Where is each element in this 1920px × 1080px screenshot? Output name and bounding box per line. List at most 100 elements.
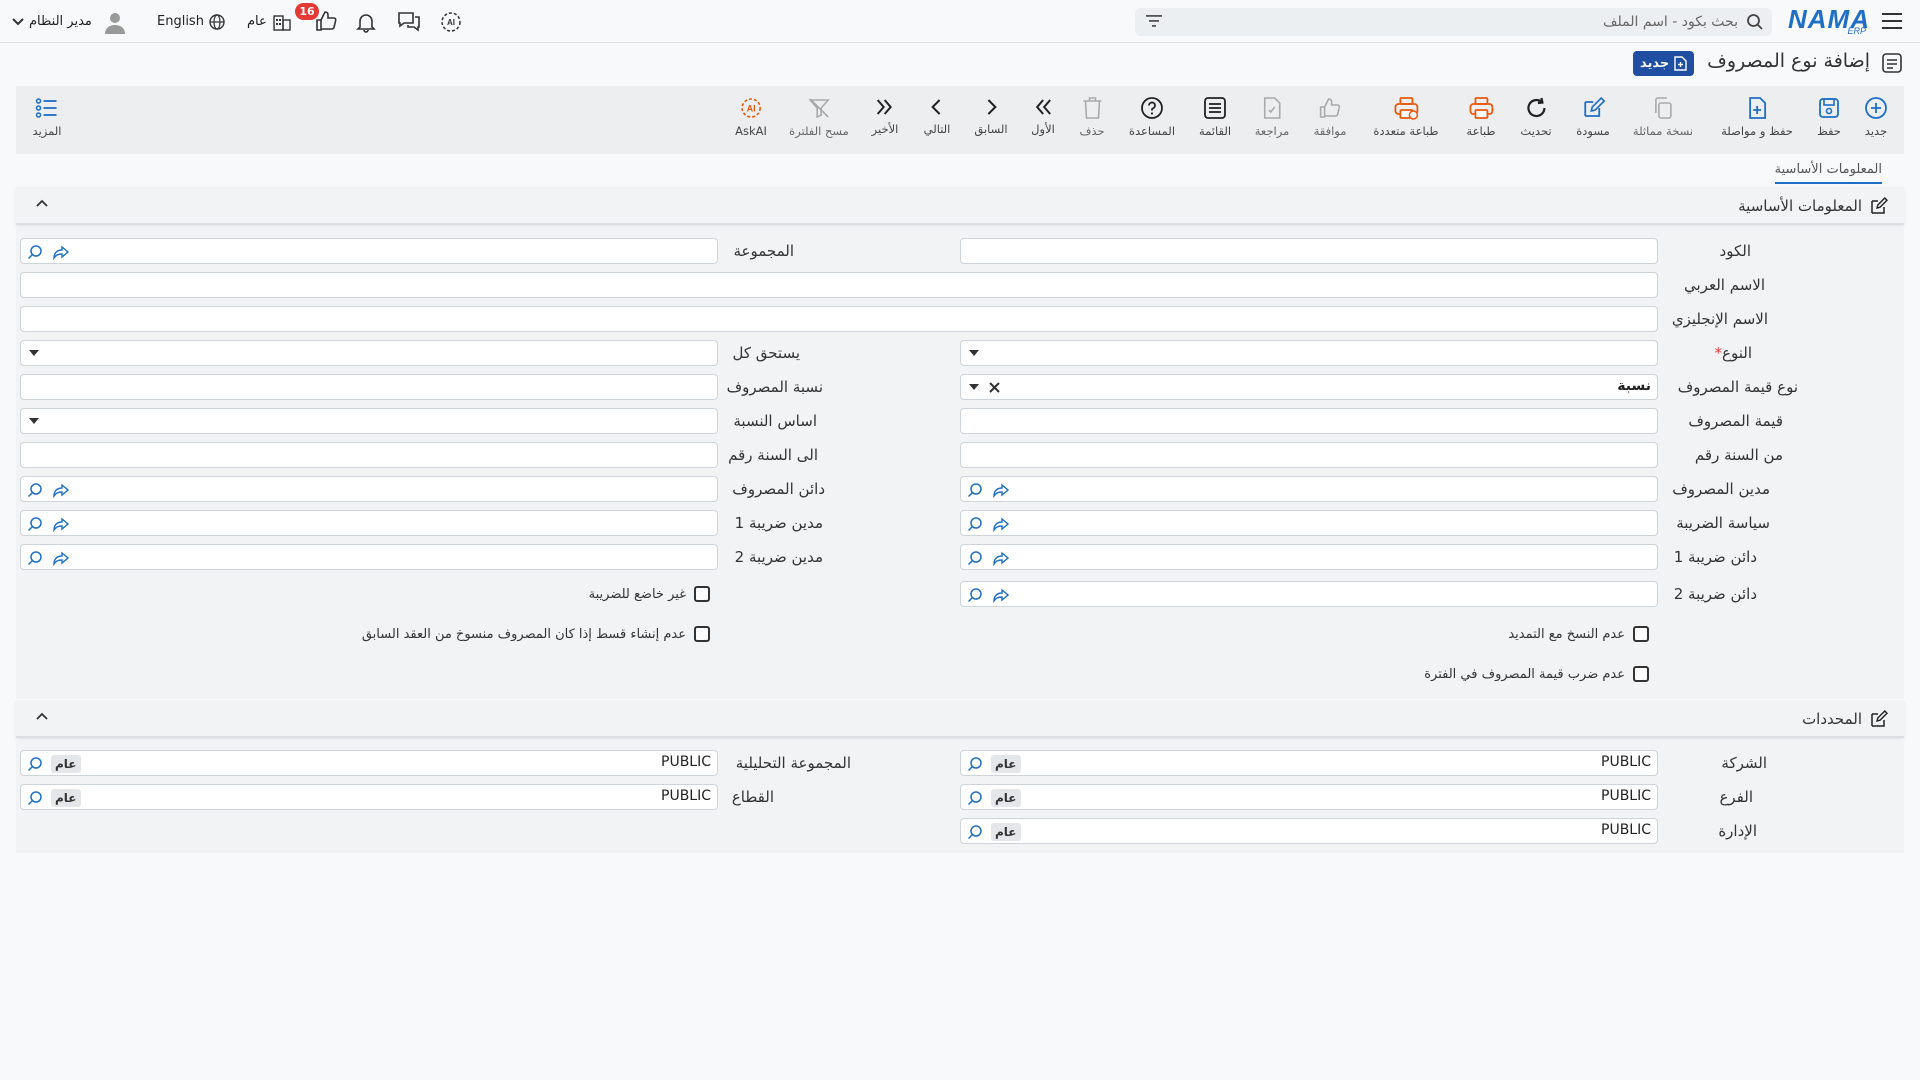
delete-button[interactable]: حذف: [1079, 86, 1105, 154]
from-year-field[interactable]: [960, 442, 1658, 468]
company-field[interactable]: PUBLIC عام: [960, 750, 1658, 776]
print-button[interactable]: طباعة: [1466, 86, 1496, 154]
new-button[interactable]: جديد: [1864, 86, 1888, 154]
section-header-basic[interactable]: المعلومات الأساسية: [16, 187, 1904, 225]
user-menu[interactable]: مدير النظام: [12, 0, 127, 43]
context-selector[interactable]: عام: [247, 0, 292, 43]
ai-assistant-icon[interactable]: AI: [439, 10, 463, 34]
no-multiply-checkbox[interactable]: [1633, 666, 1649, 682]
chevron-up-icon[interactable]: [36, 712, 48, 720]
type-select[interactable]: [960, 340, 1658, 366]
hamburger-menu-icon[interactable]: [1882, 13, 1902, 29]
search-icon[interactable]: [967, 756, 983, 772]
review-button[interactable]: مراجعة: [1255, 86, 1289, 154]
language-switch[interactable]: English: [157, 0, 225, 43]
share-icon[interactable]: [993, 587, 1009, 603]
chevron-up-icon[interactable]: [36, 199, 48, 207]
share-icon[interactable]: [993, 550, 1009, 566]
duplicate-label: نسخة مماثلة: [1632, 124, 1694, 138]
global-search[interactable]: بحث بكود - اسم الملف: [1135, 8, 1772, 36]
multi-print-button[interactable]: طباعة متعددة: [1373, 86, 1439, 154]
section-header-dimensions[interactable]: المحددات: [16, 700, 1904, 738]
share-icon[interactable]: [993, 516, 1009, 532]
last-record-button[interactable]: الأخير: [872, 86, 898, 154]
nama-logo[interactable]: NAMA ERP: [1788, 4, 1870, 38]
draft-button[interactable]: مسودة: [1576, 86, 1610, 154]
next-record-button[interactable]: التالي: [923, 86, 951, 154]
page-title: إضافة نوع المصروف: [1707, 50, 1870, 72]
avatar: [103, 10, 127, 34]
arabic-name-field[interactable]: [20, 272, 1658, 298]
search-icon[interactable]: [27, 550, 43, 566]
filter-icon[interactable]: [1145, 14, 1163, 28]
ratio-basis-select[interactable]: [20, 408, 718, 434]
save-continue-button[interactable]: حفظ و مواصلة: [1721, 86, 1793, 154]
previous-record-button[interactable]: السابق: [974, 86, 1008, 154]
search-icon[interactable]: [27, 756, 43, 772]
file-plus-icon: [1749, 97, 1766, 119]
due-every-select[interactable]: [20, 340, 718, 366]
section-title: المحددات: [1802, 710, 1862, 728]
analytic-group-field[interactable]: PUBLIC عام: [20, 750, 718, 776]
tax-credit1-field[interactable]: [960, 544, 1658, 570]
bell-icon[interactable]: [355, 11, 377, 33]
tax-policy-field[interactable]: [960, 510, 1658, 536]
caret-down-icon: [29, 418, 39, 424]
value-field[interactable]: [960, 408, 1658, 434]
branch-field[interactable]: PUBLIC عام: [960, 784, 1658, 810]
search-icon[interactable]: [27, 790, 43, 806]
duplicate-button[interactable]: نسخة مماثلة: [1633, 86, 1693, 154]
debit-account-field[interactable]: [960, 476, 1658, 502]
help-button[interactable]: المساعدة: [1129, 86, 1175, 154]
tax-debit1-field[interactable]: [20, 510, 718, 536]
search-icon[interactable]: [967, 550, 983, 566]
ratio-field[interactable]: [20, 374, 718, 400]
search-icon[interactable]: [27, 516, 43, 532]
next-label: التالي: [923, 122, 951, 136]
search-icon[interactable]: [27, 482, 43, 498]
trash-icon: [1082, 97, 1101, 119]
share-icon[interactable]: [53, 550, 69, 566]
search-icon: [1746, 13, 1764, 31]
edit-icon: [1870, 197, 1888, 215]
edit-icon: [1584, 96, 1605, 117]
clear-icon[interactable]: [988, 381, 1001, 394]
tax-credit2-field[interactable]: [960, 581, 1658, 607]
code-field[interactable]: [960, 238, 1658, 264]
no-installment-checkbox[interactable]: [694, 626, 710, 642]
clear-filter-button[interactable]: مسح الفلترة: [789, 86, 849, 154]
chat-icon[interactable]: [397, 10, 421, 32]
search-input[interactable]: بحث بكود - اسم الملف: [1603, 14, 1738, 30]
refresh-button[interactable]: تحديث: [1520, 86, 1552, 154]
save-button[interactable]: حفظ: [1817, 86, 1841, 154]
more-label: المزيد: [32, 124, 62, 138]
no-copy-renew-checkbox[interactable]: [1633, 626, 1649, 642]
group-field[interactable]: [20, 238, 718, 264]
value-type-select[interactable]: نسبة: [960, 374, 1658, 400]
department-label: الإدارة: [1718, 822, 1757, 840]
search-icon[interactable]: [967, 790, 983, 806]
share-icon[interactable]: [53, 516, 69, 532]
share-icon[interactable]: [53, 244, 69, 260]
more-button[interactable]: المزيد: [32, 86, 62, 154]
list-button[interactable]: القائمة: [1199, 86, 1231, 154]
department-field[interactable]: PUBLIC عام: [960, 818, 1658, 844]
to-year-field[interactable]: [20, 442, 718, 468]
search-icon[interactable]: [27, 244, 43, 260]
sector-field[interactable]: PUBLIC عام: [20, 784, 718, 810]
approve-button[interactable]: موافقة: [1314, 86, 1346, 154]
search-icon[interactable]: [967, 482, 983, 498]
search-icon[interactable]: [967, 824, 983, 840]
not-taxable-checkbox[interactable]: [694, 586, 710, 602]
tab-basic-info[interactable]: المعلومات الأساسية: [1774, 162, 1882, 184]
credit-account-field[interactable]: [20, 476, 718, 502]
user-name: مدير النظام: [29, 14, 92, 29]
share-icon[interactable]: [53, 482, 69, 498]
search-icon[interactable]: [967, 516, 983, 532]
askai-button[interactable]: AI AskAI: [735, 86, 767, 154]
first-record-button[interactable]: الأول: [1031, 86, 1055, 154]
share-icon[interactable]: [993, 482, 1009, 498]
search-icon[interactable]: [967, 587, 983, 603]
tax-debit2-field[interactable]: [20, 544, 718, 570]
english-name-field[interactable]: [20, 306, 1658, 332]
